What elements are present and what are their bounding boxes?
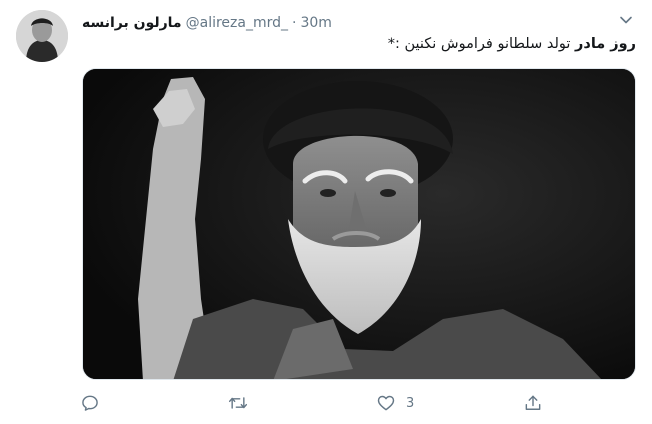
tweet-header: مارلون برانسه @alireza_mrd_ · 30m <box>82 14 332 32</box>
share-button[interactable] <box>523 391 553 415</box>
reply-button[interactable] <box>80 391 110 415</box>
author-handle[interactable]: @alireza_mrd_ <box>186 15 288 31</box>
like-button[interactable]: 3 <box>376 391 414 415</box>
tweet-actions: 3 <box>0 391 652 415</box>
share-icon <box>525 395 541 410</box>
photo-illustration <box>83 69 635 379</box>
avatar-image <box>16 10 68 62</box>
reply-icon <box>82 395 98 411</box>
like-count: 3 <box>406 395 415 411</box>
avatar[interactable] <box>16 10 68 62</box>
chevron-down-icon <box>620 16 632 24</box>
retweet-button[interactable] <box>227 391 259 415</box>
retweet-icon <box>228 397 248 409</box>
author-name[interactable]: مارلون برانسه <box>82 15 182 31</box>
heart-icon <box>377 395 395 411</box>
timestamp[interactable]: 30m <box>300 15 331 31</box>
tweet-media-image[interactable] <box>82 68 636 380</box>
tweet-text-body: تولد سلطانو فراموش نکنین :* <box>387 36 576 52</box>
more-options-button[interactable] <box>616 10 636 30</box>
separator-dot: · <box>292 15 297 31</box>
tweet-text: روز مادر تولد سلطانو فراموش نکنین :* <box>82 36 636 58</box>
tweet-text-bold: روز مادر <box>575 36 636 52</box>
